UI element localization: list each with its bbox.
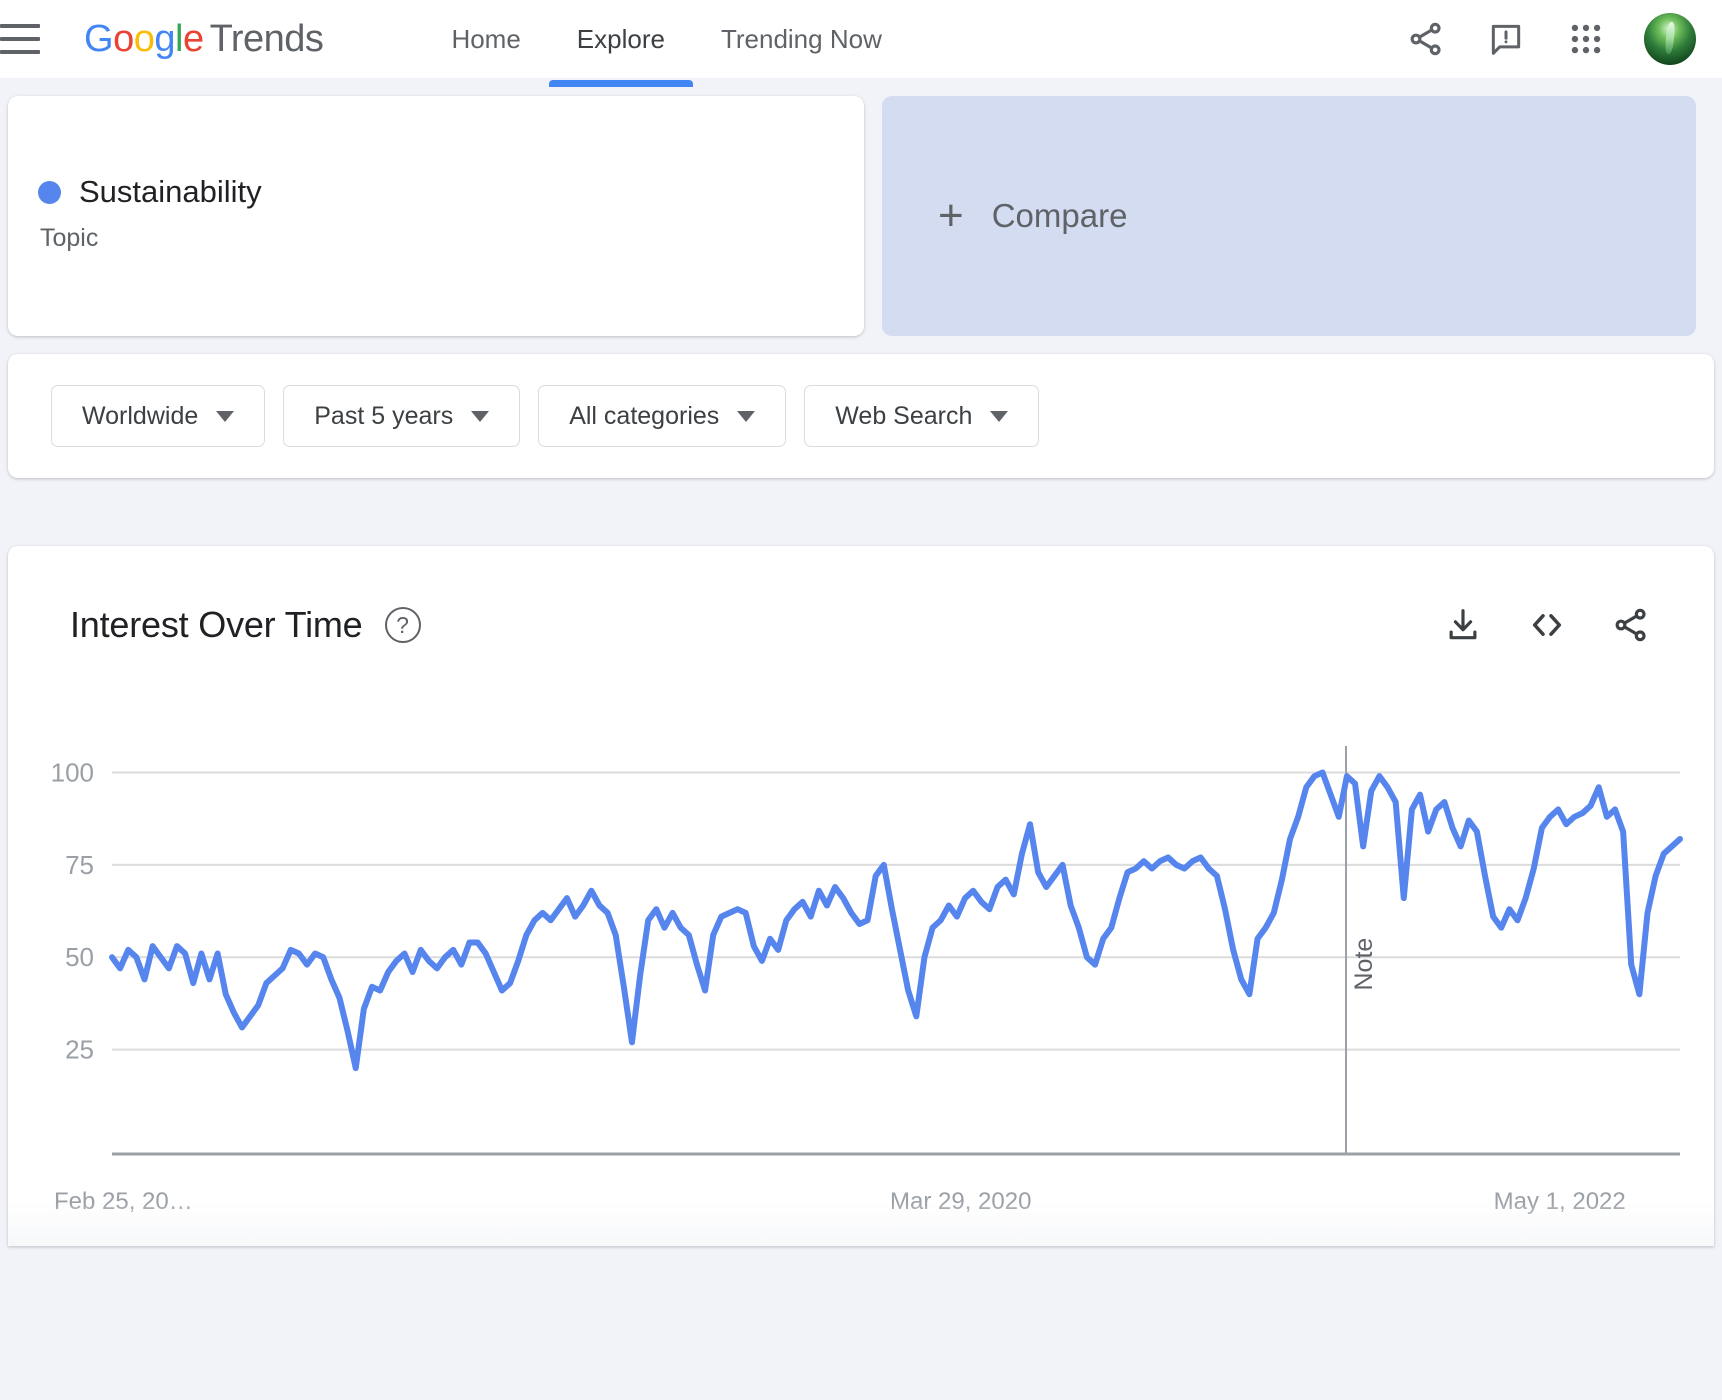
search-term-content: Sustainability Topic <box>38 174 262 253</box>
logo-letter-g2: g <box>154 17 175 60</box>
compare-content: + Compare <box>938 194 1127 238</box>
google-trends-logo[interactable]: Google Trends <box>84 17 324 61</box>
help-icon[interactable]: ? <box>384 607 421 643</box>
logo-letter-o2: o <box>133 17 155 60</box>
nav-item-explore[interactable]: Explore <box>548 0 694 87</box>
nav-item-home[interactable]: Home <box>423 0 548 78</box>
y-axis-tick-label: 75 <box>65 850 94 880</box>
logo-letter-o1: o <box>113 17 134 60</box>
interest-over-time-header: Interest Over Time ? <box>8 546 1714 646</box>
logo-letter-g: G <box>84 17 114 60</box>
logo-letter-e: e <box>182 17 204 60</box>
trend-line-chart-svg: 25 50 75 100 Note <box>51 746 1683 1156</box>
y-axis-tick-label: 25 <box>65 1035 94 1065</box>
page-body: Sustainability Topic + Compare Worldwide… <box>0 78 1722 1246</box>
compare-label: Compare <box>991 197 1128 234</box>
compare-button[interactable]: + Compare <box>882 96 1696 336</box>
share-chart-button[interactable] <box>1610 604 1652 646</box>
category-filter[interactable]: All categories <box>538 385 787 447</box>
chevron-down-icon <box>471 410 490 422</box>
logo-letter-l: l <box>174 17 183 60</box>
hamburger-bar <box>0 50 40 54</box>
chevron-down-icon <box>216 410 235 422</box>
location-filter-label: Worldwide <box>82 401 199 430</box>
series-color-dot <box>38 180 61 204</box>
filter-bar: Worldwide Past 5 years All categories We… <box>8 354 1714 478</box>
share-icon[interactable] <box>1404 17 1448 61</box>
location-filter[interactable]: Worldwide <box>51 385 266 447</box>
nav-item-trending-now[interactable]: Trending Now <box>693 0 910 78</box>
query-row: Sustainability Topic + Compare <box>0 78 1722 336</box>
search-type-filter-label: Web Search <box>835 401 973 430</box>
embed-code-button[interactable] <box>1526 604 1568 646</box>
app-header: Google Trends Home Explore Trending Now <box>0 0 1722 87</box>
category-filter-label: All categories <box>569 401 720 430</box>
avatar[interactable] <box>1644 13 1696 65</box>
page-title: Interest Over Time <box>70 604 363 645</box>
y-axis-tick-label: 50 <box>65 942 94 972</box>
plus-icon: + <box>938 191 964 240</box>
apps-grid-icon[interactable] <box>1564 17 1608 61</box>
logo-product-name: Trends <box>209 17 324 60</box>
download-csv-button[interactable] <box>1442 604 1484 646</box>
search-type-filter[interactable]: Web Search <box>804 385 1040 447</box>
search-term-type: Topic <box>40 224 99 252</box>
primary-nav: Home Explore Trending Now <box>423 0 910 87</box>
interest-over-time-chart[interactable]: 25 50 75 100 Note <box>8 746 1714 1246</box>
y-axis-tick-label: 100 <box>51 757 94 787</box>
trend-line-series <box>109 769 1683 1072</box>
hamburger-bar <box>0 37 40 41</box>
feedback-icon[interactable] <box>1484 17 1528 61</box>
search-term-title: Sustainability <box>38 174 262 210</box>
search-term-card[interactable]: Sustainability Topic <box>8 96 864 336</box>
hamburger-bar <box>0 24 40 28</box>
header-actions <box>1404 13 1696 65</box>
hamburger-menu-icon[interactable] <box>0 14 52 64</box>
chevron-down-icon <box>737 410 756 422</box>
interest-over-time-card: Interest Over Time ? 25 50 75 100 Note F… <box>8 546 1714 1246</box>
chart-actions <box>1442 604 1652 646</box>
chevron-down-icon <box>990 410 1009 422</box>
time-range-filter[interactable]: Past 5 years <box>283 385 521 447</box>
note-marker-label: Note <box>1350 938 1378 991</box>
search-term-label: Sustainability <box>79 174 262 209</box>
time-range-filter-label: Past 5 years <box>314 401 454 430</box>
